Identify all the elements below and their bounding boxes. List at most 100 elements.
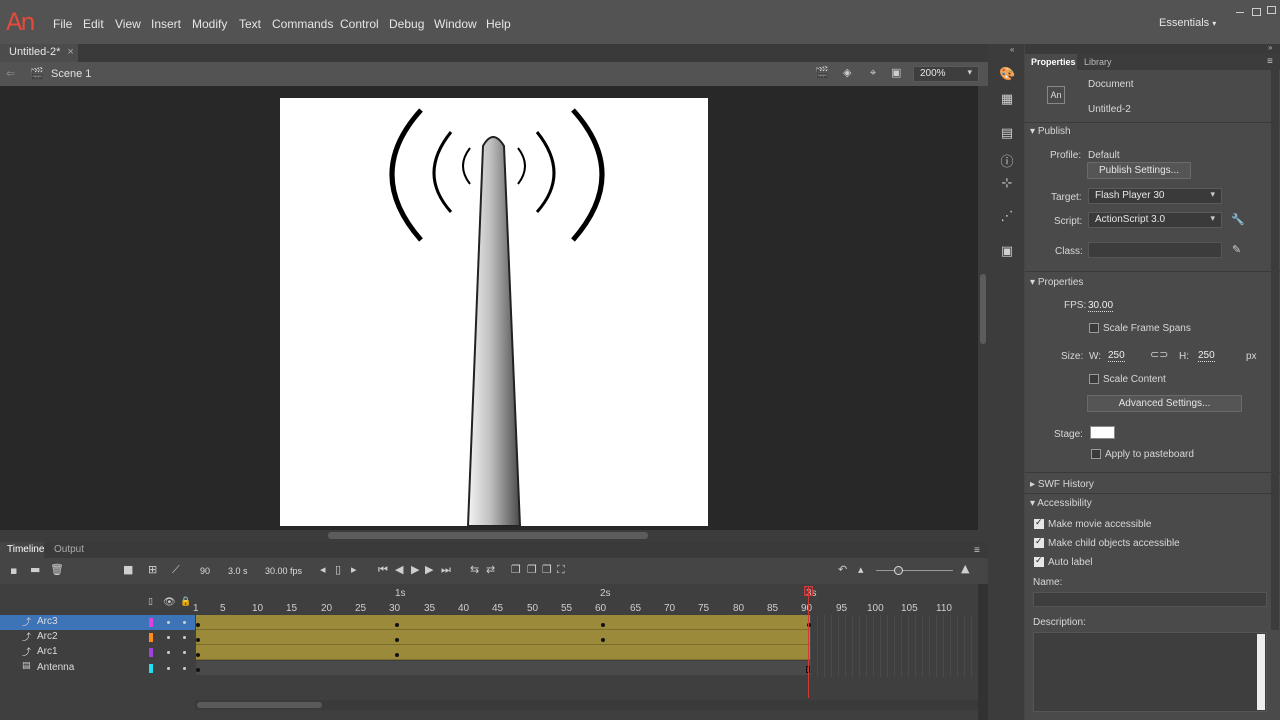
keyframe[interactable] bbox=[601, 638, 605, 642]
color-icon[interactable]: 🎨 bbox=[999, 67, 1015, 82]
layer-arc3[interactable]: ⤴ Arc3 bbox=[0, 615, 195, 630]
layer-parent-icon[interactable]: ⊞ bbox=[148, 563, 157, 576]
visibility-dot[interactable] bbox=[167, 651, 170, 654]
delete-icon[interactable]: 🗑 bbox=[50, 563, 64, 576]
restore-icon[interactable] bbox=[1252, 8, 1261, 16]
camera-icon[interactable]: ■ bbox=[123, 563, 133, 576]
scale-content-checkbox[interactable] bbox=[1089, 374, 1099, 384]
publish-settings-button[interactable]: Publish Settings... bbox=[1087, 162, 1191, 179]
scrollbar-thumb[interactable] bbox=[197, 702, 322, 708]
lock-icon[interactable]: 🔒 bbox=[180, 597, 191, 607]
scrollbar-thumb[interactable] bbox=[328, 532, 648, 539]
new-layer-icon[interactable]: ▪ bbox=[10, 564, 17, 577]
edit-symbols-icon[interactable]: ◈ bbox=[843, 66, 851, 79]
make-child-accessible-checkbox[interactable] bbox=[1034, 536, 1044, 548]
step-forward-icon[interactable]: ▶ bbox=[425, 563, 433, 576]
frame-zoom-slider[interactable] bbox=[876, 570, 953, 571]
menu-edit[interactable]: Edit bbox=[83, 17, 104, 31]
scale-large-icon[interactable]: ▲ bbox=[961, 562, 969, 575]
layer-arc2[interactable]: ⤴ Arc2 bbox=[0, 630, 195, 645]
visibility-dot[interactable] bbox=[167, 636, 170, 639]
layer-color-swatch[interactable] bbox=[149, 648, 153, 657]
keyframe[interactable] bbox=[196, 638, 200, 642]
wrench-icon[interactable]: 🔧 bbox=[1231, 213, 1245, 226]
frames-track-antenna[interactable] bbox=[196, 661, 810, 675]
layer-antenna[interactable]: ▤ Antenna bbox=[0, 661, 195, 676]
new-folder-icon[interactable]: ▬ bbox=[30, 563, 40, 576]
apply-pasteboard-checkbox[interactable] bbox=[1091, 449, 1101, 459]
name-input[interactable] bbox=[1033, 592, 1267, 607]
zoom-select[interactable]: 200% ▾ bbox=[913, 66, 979, 82]
step-back-icon[interactable]: ◀ bbox=[395, 563, 403, 576]
previous-keyframe-icon[interactable]: ◂ bbox=[320, 563, 326, 576]
clip-content-icon[interactable]: ▣ bbox=[891, 66, 901, 79]
menu-view[interactable]: View bbox=[115, 17, 141, 31]
menu-insert[interactable]: Insert bbox=[151, 17, 181, 31]
accessibility-section-header[interactable]: ▾ Accessibility bbox=[1030, 498, 1092, 509]
pencil-icon[interactable]: ✎ bbox=[1232, 243, 1241, 256]
current-frame[interactable]: 90 bbox=[200, 566, 210, 576]
restore-window-icon[interactable] bbox=[1267, 6, 1276, 14]
menu-window[interactable]: Window bbox=[434, 17, 477, 31]
class-input[interactable] bbox=[1088, 242, 1222, 258]
outline-toggle-icon[interactable]: ▯ bbox=[148, 597, 153, 607]
panel-menu-icon[interactable]: ≡ bbox=[1267, 56, 1273, 67]
keyframe[interactable] bbox=[196, 653, 200, 657]
script-select[interactable]: ActionScript 3.0 ▾ bbox=[1088, 212, 1222, 228]
keyframe[interactable] bbox=[196, 623, 200, 627]
publish-section-header[interactable]: ▾ Publish bbox=[1030, 126, 1071, 137]
transform-icon[interactable]: ⊹ bbox=[999, 176, 1015, 191]
info-icon[interactable]: ⓘ bbox=[999, 151, 1015, 170]
tab-output[interactable]: Output bbox=[54, 544, 84, 555]
playhead[interactable] bbox=[808, 586, 809, 698]
fps-value[interactable]: 30.00 bbox=[1088, 300, 1114, 312]
edit-scene-icon[interactable]: 🎬 bbox=[815, 66, 829, 79]
stage-vertical-scrollbar[interactable] bbox=[978, 86, 988, 530]
description-textarea[interactable] bbox=[1033, 632, 1267, 712]
minimize-icon[interactable] bbox=[1236, 12, 1244, 13]
onion-markers-icon[interactable]: ❐ bbox=[542, 563, 552, 576]
tab-properties[interactable]: Properties bbox=[1025, 54, 1077, 70]
swf-history-section-header[interactable]: ▸ SWF History bbox=[1030, 479, 1094, 490]
go-to-last-icon[interactable]: ⏭ bbox=[441, 563, 451, 577]
link-icon[interactable]: ⊂⊃ bbox=[1150, 348, 1168, 361]
workspace-switcher[interactable]: Essentials ▾ bbox=[1159, 17, 1216, 29]
layer-color-swatch[interactable] bbox=[149, 633, 153, 642]
stage-horizontal-scrollbar[interactable] bbox=[0, 530, 988, 542]
scene-label[interactable]: Scene 1 bbox=[51, 68, 91, 80]
frame-ruler[interactable] bbox=[195, 584, 978, 614]
keyframe[interactable] bbox=[395, 623, 399, 627]
undo-icon[interactable]: ↶ bbox=[838, 563, 847, 576]
library-panel-icon[interactable]: ▣ bbox=[999, 244, 1015, 259]
menu-control[interactable]: Control bbox=[340, 17, 379, 31]
lock-dot[interactable] bbox=[183, 667, 186, 670]
back-arrow-icon[interactable]: ⇐ bbox=[6, 67, 15, 80]
keyframe[interactable] bbox=[395, 653, 399, 657]
menu-commands[interactable]: Commands bbox=[272, 17, 333, 31]
stage-color-swatch[interactable] bbox=[1090, 426, 1115, 439]
motion-presets-icon[interactable]: ⋰ bbox=[999, 209, 1015, 224]
edit-multiple-icon[interactable]: ❐ bbox=[527, 563, 537, 576]
collapse-icon[interactable]: « bbox=[1010, 45, 1014, 54]
visibility-dot[interactable] bbox=[167, 667, 170, 670]
empty-frames[interactable] bbox=[810, 615, 978, 677]
advanced-settings-button[interactable]: Advanced Settings... bbox=[1087, 395, 1242, 412]
properties-scrollbar[interactable] bbox=[1271, 70, 1279, 630]
textarea-scrollbar[interactable] bbox=[1257, 634, 1265, 710]
frames-track-arc2[interactable] bbox=[196, 630, 810, 645]
keyframe[interactable] bbox=[395, 638, 399, 642]
auto-label-checkbox[interactable] bbox=[1034, 555, 1044, 567]
layer-arc1[interactable]: ⤴ Arc1 bbox=[0, 645, 195, 660]
stage[interactable] bbox=[280, 98, 708, 527]
scale-frame-spans-checkbox[interactable] bbox=[1089, 323, 1099, 333]
tab-library[interactable]: Library bbox=[1084, 57, 1112, 67]
visibility-dot[interactable] bbox=[167, 621, 170, 624]
playhead-handle[interactable] bbox=[804, 586, 813, 596]
scrollbar-thumb[interactable] bbox=[980, 274, 986, 344]
lock-dot[interactable] bbox=[183, 651, 186, 654]
menu-modify[interactable]: Modify bbox=[192, 17, 227, 31]
layer-color-swatch[interactable] bbox=[149, 618, 153, 627]
keyframe[interactable] bbox=[601, 623, 605, 627]
properties-section-header[interactable]: ▾ Properties bbox=[1030, 277, 1083, 288]
center-stage-icon[interactable]: ⌖ bbox=[870, 66, 876, 80]
